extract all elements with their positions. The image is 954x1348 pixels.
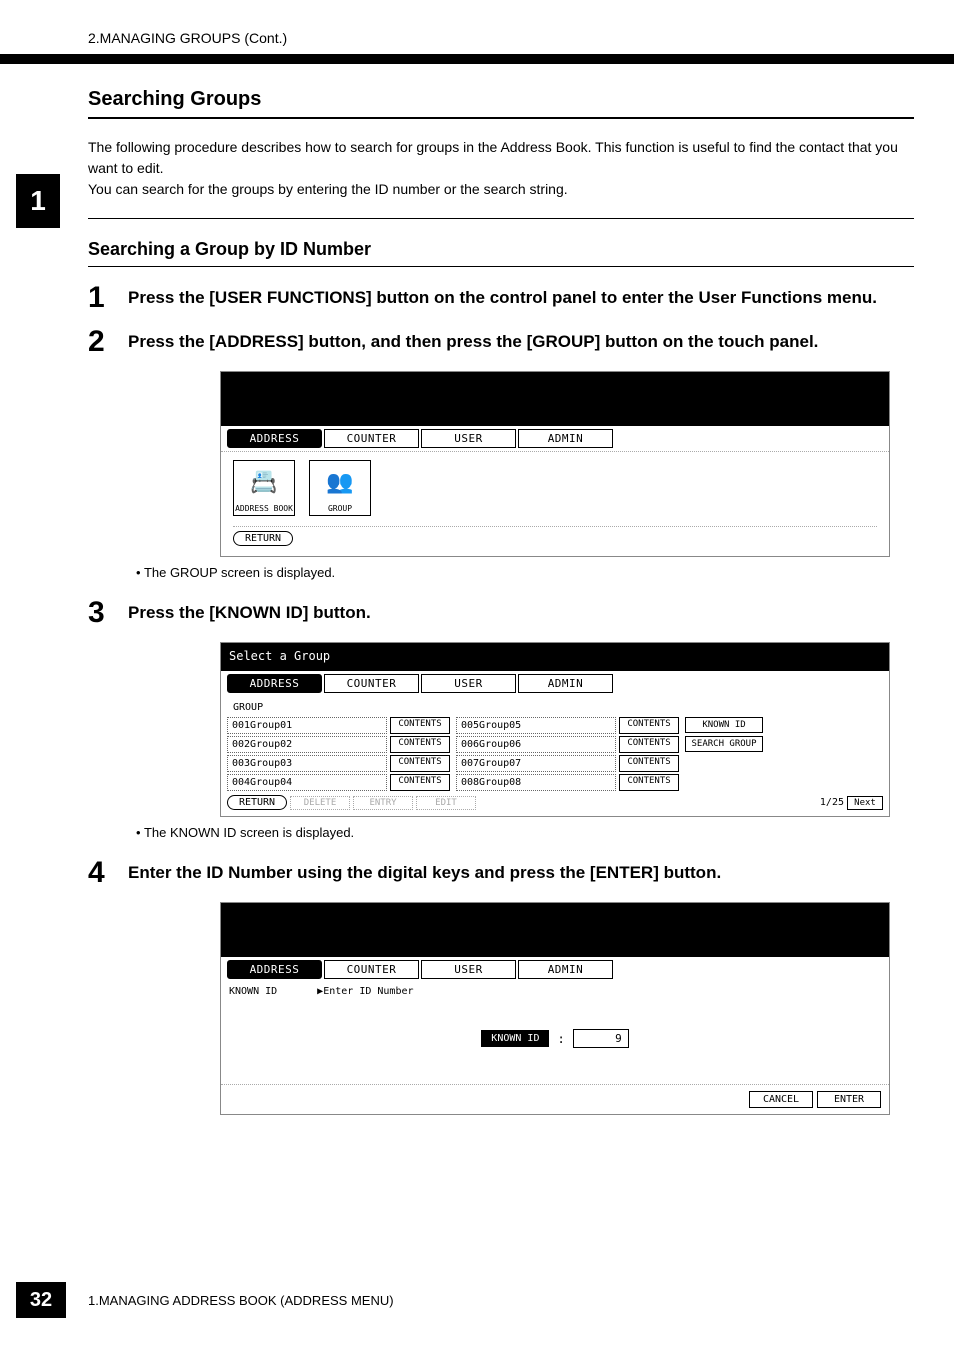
- tab-address[interactable]: ADDRESS: [227, 674, 322, 693]
- enter-id-label: ▶Enter ID Number: [317, 986, 413, 997]
- group-item[interactable]: 008Group08: [456, 774, 616, 791]
- colon: :: [557, 1032, 564, 1046]
- group-item[interactable]: 004Group04: [227, 774, 387, 791]
- tab-counter[interactable]: COUNTER: [324, 960, 419, 979]
- group-list-right: 005Group05CONTENTS 006Group06CONTENTS 00…: [456, 717, 679, 791]
- group-icon: 👥: [326, 461, 353, 504]
- step-text: Press the [ADDRESS] button, and then pre…: [128, 327, 818, 357]
- search-group-button[interactable]: SEARCH GROUP: [685, 736, 763, 752]
- figure-select-group: Select a Group ADDRESS COUNTER USER ADMI…: [220, 642, 890, 817]
- header-bar: [0, 54, 954, 64]
- tab-admin[interactable]: ADMIN: [518, 674, 613, 693]
- section-title: Searching Groups: [88, 88, 914, 119]
- step-number: 4: [88, 858, 114, 888]
- known-id-label: KNOWN ID: [229, 986, 277, 997]
- tab-admin[interactable]: ADMIN: [518, 960, 613, 979]
- tab-address[interactable]: ADDRESS: [227, 960, 322, 979]
- page-number: 32: [16, 1282, 66, 1318]
- divider: [88, 218, 914, 219]
- known-id-button[interactable]: KNOWN ID: [685, 717, 763, 733]
- chapter-tab: 1: [16, 174, 60, 228]
- contents-button[interactable]: CONTENTS: [390, 736, 450, 753]
- step-4: 4 Enter the ID Number using the digital …: [88, 858, 914, 888]
- step-note: The KNOWN ID screen is displayed.: [136, 825, 914, 840]
- tab-admin[interactable]: ADMIN: [518, 429, 613, 448]
- address-book-button[interactable]: 📇 ADDRESS BOOK: [233, 460, 295, 516]
- contents-button[interactable]: CONTENTS: [390, 755, 450, 772]
- group-button[interactable]: 👥 GROUP: [309, 460, 371, 516]
- subsection-title: Searching a Group by ID Number: [88, 239, 914, 267]
- group-item[interactable]: 001Group01: [227, 717, 387, 734]
- group-item[interactable]: 006Group06: [456, 736, 616, 753]
- screen-header: Select a Group: [221, 643, 889, 671]
- step-number: 1: [88, 283, 114, 313]
- section-intro: The following procedure describes how to…: [88, 137, 914, 200]
- contents-button[interactable]: CONTENTS: [390, 717, 450, 734]
- return-button[interactable]: RETURN: [227, 795, 287, 810]
- tab-user[interactable]: USER: [421, 960, 516, 979]
- known-id-input[interactable]: 9: [573, 1029, 629, 1048]
- tab-user[interactable]: USER: [421, 429, 516, 448]
- address-book-icon: 📇: [250, 461, 277, 504]
- step-number: 2: [88, 327, 114, 357]
- side-buttons: KNOWN ID SEARCH GROUP: [685, 717, 763, 791]
- group-list-left: 001Group01CONTENTS 002Group02CONTENTS 00…: [227, 717, 450, 791]
- contents-button[interactable]: CONTENTS: [619, 755, 679, 772]
- next-button[interactable]: Next: [847, 796, 883, 810]
- contents-button[interactable]: CONTENTS: [619, 717, 679, 734]
- group-label: GROUP: [233, 702, 883, 713]
- contents-button[interactable]: CONTENTS: [619, 774, 679, 791]
- step-text: Press the [KNOWN ID] button.: [128, 598, 371, 628]
- tab-address[interactable]: ADDRESS: [227, 429, 322, 448]
- step-1: 1 Press the [USER FUNCTIONS] button on t…: [88, 283, 914, 313]
- entry-button[interactable]: ENTRY: [353, 796, 413, 810]
- tab-counter[interactable]: COUNTER: [324, 429, 419, 448]
- group-item[interactable]: 003Group03: [227, 755, 387, 772]
- page-indicator: 1/25: [820, 797, 844, 808]
- tab-row: ADDRESS COUNTER USER ADMIN: [221, 957, 889, 982]
- icon-label: GROUP: [328, 504, 352, 513]
- page-footer: 32 1.MANAGING ADDRESS BOOK (ADDRESS MENU…: [0, 1282, 954, 1318]
- tab-row: ADDRESS COUNTER USER ADMIN: [221, 426, 889, 451]
- running-header: 2.MANAGING GROUPS (Cont.): [0, 30, 954, 46]
- group-item[interactable]: 007Group07: [456, 755, 616, 772]
- return-button[interactable]: RETURN: [233, 531, 293, 546]
- tab-user[interactable]: USER: [421, 674, 516, 693]
- cancel-button[interactable]: CANCEL: [749, 1091, 813, 1108]
- step-3: 3 Press the [KNOWN ID] button.: [88, 598, 914, 628]
- screen-title: Select a Group: [221, 643, 889, 669]
- enter-button[interactable]: ENTER: [817, 1091, 881, 1108]
- footer-text: 1.MANAGING ADDRESS BOOK (ADDRESS MENU): [88, 1293, 394, 1308]
- icon-label: ADDRESS BOOK: [235, 504, 293, 513]
- group-item[interactable]: 005Group05: [456, 717, 616, 734]
- figure-group-screen: ADDRESS COUNTER USER ADMIN 📇 ADDRESS BOO…: [220, 371, 890, 557]
- step-text: Enter the ID Number using the digital ke…: [128, 858, 721, 888]
- group-item[interactable]: 002Group02: [227, 736, 387, 753]
- screen-header: [221, 903, 889, 957]
- step-text: Press the [USER FUNCTIONS] button on the…: [128, 283, 877, 313]
- delete-button[interactable]: DELETE: [290, 796, 350, 810]
- contents-button[interactable]: CONTENTS: [619, 736, 679, 753]
- step-number: 3: [88, 598, 114, 628]
- contents-button[interactable]: CONTENTS: [390, 774, 450, 791]
- known-id-field-label: KNOWN ID: [481, 1030, 549, 1047]
- tab-counter[interactable]: COUNTER: [324, 674, 419, 693]
- step-note: The GROUP screen is displayed.: [136, 565, 914, 580]
- screen-header: [221, 372, 889, 426]
- step-2: 2 Press the [ADDRESS] button, and then p…: [88, 327, 914, 357]
- tab-row: ADDRESS COUNTER USER ADMIN: [221, 671, 889, 696]
- edit-button[interactable]: EDIT: [416, 796, 476, 810]
- figure-known-id: ADDRESS COUNTER USER ADMIN KNOWN ID ▶Ent…: [220, 902, 890, 1115]
